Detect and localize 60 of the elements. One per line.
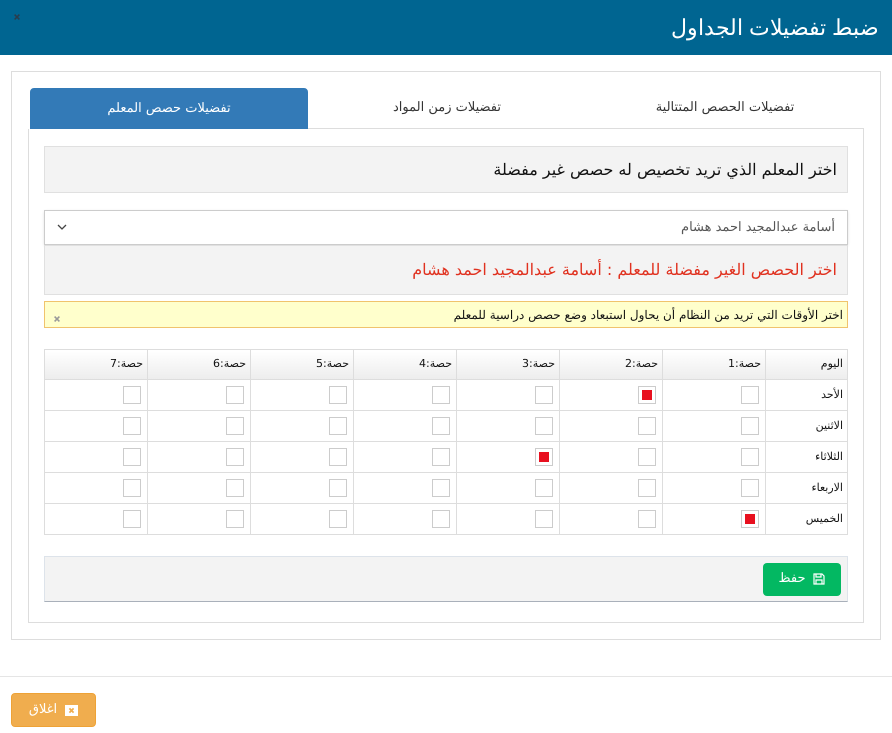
column-header: حصة:4 — [354, 350, 456, 380]
checkbox[interactable] — [638, 386, 656, 404]
day-cell: الخميس — [766, 504, 848, 534]
close-icon[interactable] — [53, 314, 61, 322]
checkbox[interactable] — [329, 386, 347, 404]
column-header: حصة:7 — [44, 350, 148, 380]
column-header: اليوم — [766, 350, 848, 380]
teacher-prompt: اختر المعلم الذي تريد تخصيص له حصص غير مفضلة — [493, 158, 837, 181]
teacher-select[interactable]: أسامة عبدالمجيد احمد هشام — [44, 210, 848, 245]
checkbox[interactable] — [432, 417, 450, 435]
checkbox[interactable] — [329, 479, 347, 497]
checkbox[interactable] — [226, 510, 244, 528]
checkbox[interactable] — [535, 448, 553, 466]
tab[interactable]: تفضيلات حصص المعلم — [30, 88, 308, 129]
checkbox[interactable] — [638, 510, 656, 528]
checkbox[interactable] — [535, 417, 553, 435]
day-cell: الاثنين — [766, 410, 848, 442]
checkbox[interactable] — [123, 510, 141, 528]
checkbox[interactable] — [432, 510, 450, 528]
checkbox[interactable] — [329, 448, 347, 466]
checkbox[interactable] — [123, 448, 141, 466]
column-header: حصة:5 — [250, 350, 354, 380]
checkbox[interactable] — [638, 479, 656, 497]
day-cell: الاربعاء — [766, 472, 848, 504]
checkbox[interactable] — [741, 479, 759, 497]
checkbox[interactable] — [535, 386, 553, 404]
column-header: حصة:6 — [148, 350, 250, 380]
checkbox[interactable] — [226, 417, 244, 435]
tab[interactable]: تفضيلات الحصص المتتالية — [586, 88, 864, 129]
select-value: أسامة عبدالمجيد احمد هشام — [681, 218, 835, 237]
checkbox[interactable] — [741, 386, 759, 404]
dialog-title: ضبط تفضيلات الجداول — [670, 14, 879, 42]
checkbox[interactable] — [226, 448, 244, 466]
checkbox[interactable] — [741, 448, 759, 466]
periods-heading: اختر الحصص الغير مفضلة للمعلم : أسامة عبدالمجيد احمد هشام — [412, 258, 837, 281]
day-cell: الثلاثاء — [766, 442, 848, 472]
checkbox[interactable] — [741, 417, 759, 435]
checkbox[interactable] — [741, 510, 759, 528]
column-header: حصة:2 — [560, 350, 662, 380]
checkbox[interactable] — [638, 448, 656, 466]
checkbox[interactable] — [432, 479, 450, 497]
checkbox[interactable] — [638, 417, 656, 435]
checkbox[interactable] — [226, 386, 244, 404]
checkbox[interactable] — [329, 417, 347, 435]
checkbox[interactable] — [432, 448, 450, 466]
day-cell: الأحد — [766, 380, 848, 410]
checkbox[interactable] — [535, 479, 553, 497]
column-header: حصة:1 — [662, 350, 766, 380]
checkbox[interactable] — [123, 479, 141, 497]
checkbox[interactable] — [535, 510, 553, 528]
checkbox[interactable] — [123, 417, 141, 435]
checkbox[interactable] — [329, 510, 347, 528]
chevron-down-icon — [57, 224, 67, 231]
checkbox[interactable] — [226, 479, 244, 497]
column-header: حصة:3 — [456, 350, 560, 380]
checkbox[interactable] — [123, 386, 141, 404]
close-icon — [65, 704, 78, 716]
close-icon[interactable] — [13, 13, 21, 21]
checkbox[interactable] — [432, 386, 450, 404]
alert-text: اختر الأوقات التي تريد من النظام أن يحاول استبعاد وضع حصص دراسية للمعلم — [454, 306, 843, 324]
